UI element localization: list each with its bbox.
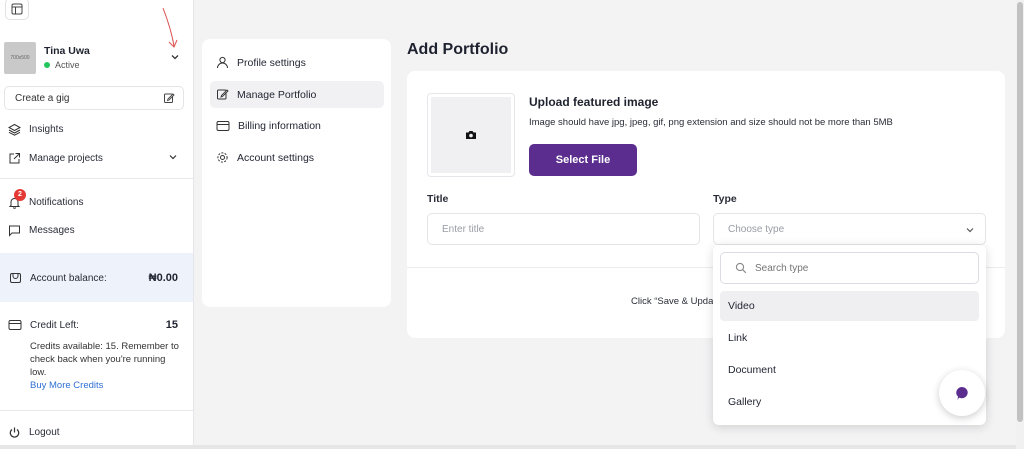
chat-button[interactable] <box>939 370 985 416</box>
settings-item-billing[interactable]: Billing information <box>210 112 384 139</box>
title-label: Title <box>427 193 449 205</box>
upload-title: Upload featured image <box>529 95 659 109</box>
edit-icon <box>217 89 229 100</box>
select-file-button[interactable]: Select File <box>529 144 637 176</box>
scroll-thumb[interactable] <box>1017 2 1023 422</box>
settings-item-label: Billing information <box>238 119 321 132</box>
search-icon <box>735 262 747 274</box>
profile-card[interactable]: 700x500 Tina Uwa Active <box>4 42 188 76</box>
divider <box>0 178 193 179</box>
gear-icon <box>217 152 228 163</box>
sidebar-item-label: Manage projects <box>29 152 103 164</box>
buy-credits-link[interactable]: Buy More Credits <box>30 380 103 391</box>
sidebar: 700x500 Tina Uwa Active Create a gig Ins… <box>0 0 194 449</box>
divider <box>0 410 193 411</box>
title-input[interactable]: Enter title <box>427 213 700 245</box>
save-hint-text: Click “Save & Upda <box>631 296 714 307</box>
sidebar-item-insights[interactable]: Insights <box>8 120 184 138</box>
settings-item-portfolio[interactable]: Manage Portfolio <box>210 81 384 108</box>
settings-item-label: Profile settings <box>237 56 306 69</box>
avatar: 700x500 <box>4 42 36 74</box>
settings-item-profile[interactable]: Profile settings <box>210 49 384 76</box>
image-placeholder <box>431 97 511 173</box>
settings-item-label: Manage Portfolio <box>237 88 317 101</box>
sidebar-item-messages[interactable]: Messages <box>8 221 184 239</box>
type-option-video[interactable]: Video <box>720 291 979 321</box>
logout-label: Logout <box>29 427 60 438</box>
bell-wrapper: 2 <box>8 188 26 209</box>
chevron-down-icon <box>169 155 177 160</box>
sidebar-item-label: Messages <box>29 224 75 236</box>
power-icon <box>9 427 20 438</box>
type-select[interactable]: Choose type <box>713 213 986 245</box>
type-label: Type <box>713 193 737 205</box>
camera-icon <box>466 131 476 139</box>
type-option-link[interactable]: Link <box>720 323 979 353</box>
profile-name: Tina Uwa <box>44 45 90 57</box>
credit-label: Credit Left: <box>30 320 79 331</box>
horizontal-scrollbar[interactable] <box>0 445 1016 449</box>
sidebar-item-notifications[interactable]: 2 Notifications <box>8 188 184 211</box>
credit-card-icon <box>216 120 230 131</box>
layers-icon <box>8 123 21 136</box>
settings-item-account[interactable]: Account settings <box>210 144 384 171</box>
profile-status: Active <box>44 60 80 70</box>
upload-description: Image should have jpg, jpeg, gif, png ex… <box>529 117 893 128</box>
type-search-box[interactable] <box>720 252 979 284</box>
featured-image-preview[interactable] <box>427 93 515 177</box>
status-dot-icon <box>44 62 50 68</box>
account-balance: Account balance: ₦0.00 <box>0 253 193 302</box>
layout-icon[interactable] <box>5 0 29 20</box>
sidebar-item-manage-projects[interactable]: Manage projects <box>8 149 184 167</box>
settings-item-label: Account settings <box>237 151 315 164</box>
sidebar-item-label: Insights <box>29 123 64 135</box>
page-title: Add Portfolio <box>407 41 509 58</box>
create-gig-label: Create a gig <box>15 92 70 104</box>
edit-icon <box>164 93 175 103</box>
message-icon <box>9 225 20 237</box>
type-option-document[interactable]: Document <box>720 355 979 385</box>
settings-menu: Profile settings Manage Portfolio Billin… <box>202 39 391 307</box>
sidebar-item-label: Notifications <box>29 196 84 208</box>
balance-label: Account balance: <box>30 273 107 284</box>
chevron-down-icon <box>966 228 974 233</box>
wallet-icon <box>10 273 21 283</box>
notification-badge: 2 <box>14 188 26 201</box>
user-icon <box>217 56 228 69</box>
chat-bubble-icon <box>956 386 968 400</box>
status-text: Active <box>55 60 80 70</box>
external-link-icon <box>9 152 20 163</box>
credit-card-icon <box>8 320 22 330</box>
create-gig-button[interactable]: Create a gig <box>4 86 184 110</box>
credit-description: Credits available: 15. Remember to check… <box>30 341 179 378</box>
logout-button[interactable]: Logout <box>8 426 60 439</box>
credit-value: 15 <box>165 319 178 331</box>
vertical-scrollbar[interactable] <box>1016 0 1024 449</box>
chevron-down-icon[interactable] <box>170 52 180 62</box>
type-select-value: Choose type <box>728 223 785 235</box>
balance-value: ₦0.00 <box>148 272 178 284</box>
type-search-input[interactable] <box>755 262 955 274</box>
